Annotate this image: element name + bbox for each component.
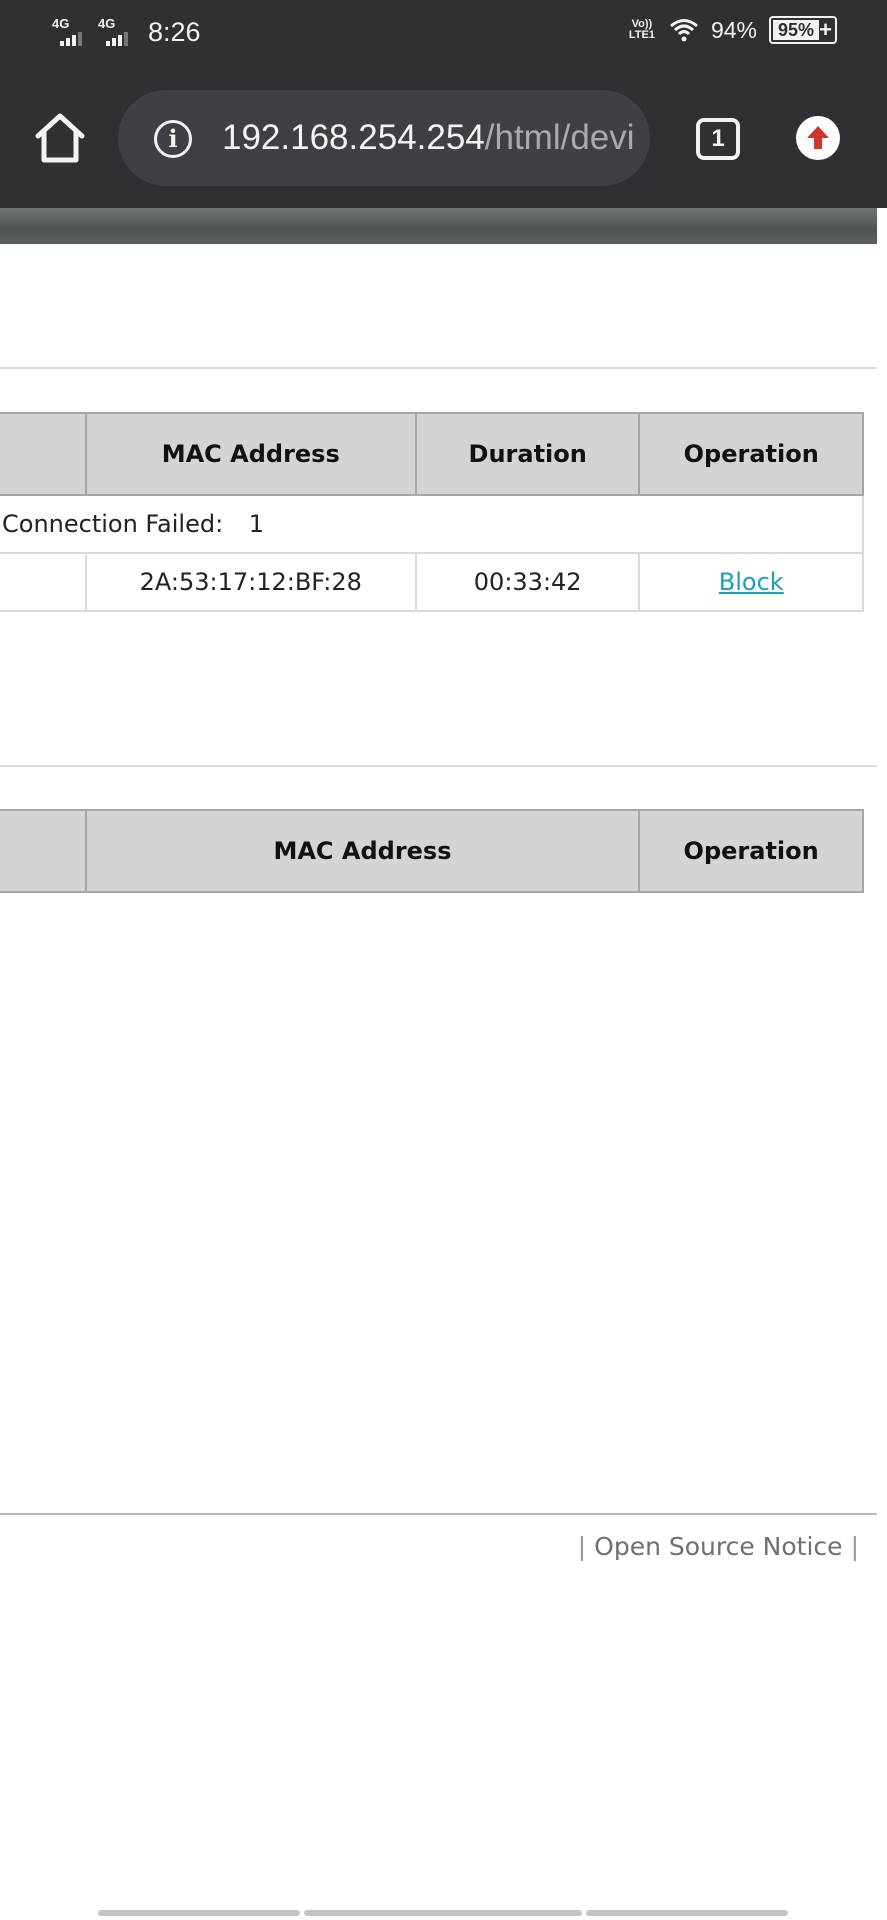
battery-icon: 95% +	[769, 16, 837, 44]
battery-percent: 94%	[710, 16, 757, 43]
clock: 8:26	[148, 16, 201, 47]
signal-2-icon: 4G	[98, 16, 134, 48]
url-path: /html/devi	[484, 118, 635, 157]
page-scroll-indicator	[0, 1910, 887, 1916]
block-link[interactable]: Block	[719, 568, 784, 596]
network-type-2: 4G	[98, 16, 116, 31]
status-left: 4G 4G 8:26	[52, 16, 201, 48]
blocked-devices-table: MAC Address Operation	[0, 809, 864, 893]
battery-level: 95%	[773, 20, 819, 40]
connection-failed-cell: Connection Failed: 1	[0, 494, 864, 554]
network-type-1: 4G	[52, 16, 70, 31]
signal-1-icon: 4G	[52, 16, 88, 48]
page-header-banner	[0, 208, 877, 244]
table-summary-row: Connection Failed: 1	[0, 494, 864, 554]
footer-divider	[0, 1513, 877, 1515]
volte-icon: Vo)) LTE1	[628, 18, 655, 41]
footer-separator-left: |	[577, 1532, 587, 1561]
connection-failed-label: Connection Failed:	[2, 510, 224, 538]
column-header-operation: Operation	[638, 809, 864, 893]
tab-switcher-button[interactable]: 1	[696, 118, 740, 160]
home-button[interactable]	[30, 112, 90, 164]
footer: | Open Source Notice |	[570, 1532, 867, 1561]
device-name-cell	[0, 552, 87, 612]
column-header-device	[0, 809, 87, 893]
online-devices-table: MAC Address Duration Operation Connectio…	[0, 412, 864, 612]
update-button[interactable]	[796, 116, 840, 160]
column-header-mac: MAC Address	[84, 412, 417, 496]
table-header-row: MAC Address Operation	[0, 809, 864, 893]
column-header-mac: MAC Address	[84, 809, 641, 893]
table-row: 2A:53:17:12:BF:28 00:33:42 Block	[0, 552, 864, 612]
open-source-notice-link[interactable]: Open Source Notice	[594, 1532, 842, 1561]
upload-arrow-icon	[807, 126, 829, 149]
mac-address-cell: 2A:53:17:12:BF:28	[84, 552, 417, 612]
status-right: Vo)) LTE1 94% 95% +	[627, 16, 837, 44]
home-icon	[35, 113, 85, 163]
table-header-row: MAC Address Duration Operation	[0, 412, 864, 496]
wifi-icon	[669, 19, 698, 42]
footer-separator-right: |	[850, 1532, 859, 1561]
charging-icon: +	[819, 17, 832, 42]
status-bar: 4G 4G 8:26 Vo)) LTE1 94% 95% +	[0, 0, 887, 68]
operation-cell: Block	[638, 552, 864, 612]
url-text[interactable]: 192.168.254.254/html/devi	[222, 116, 635, 160]
column-header-operation: Operation	[638, 412, 864, 496]
column-header-duration: Duration	[414, 412, 641, 496]
browser-toolbar: i 192.168.254.254/html/devi 1	[0, 68, 887, 208]
connection-failed-count: 1	[248, 510, 265, 538]
section-divider	[0, 765, 877, 767]
column-header-device	[0, 412, 87, 496]
duration-cell: 00:33:42	[414, 552, 641, 612]
info-icon[interactable]: i	[154, 120, 192, 158]
url-host: 192.168.254.254	[222, 118, 485, 157]
section-divider	[0, 367, 877, 369]
address-bar[interactable]: i 192.168.254.254/html/devi	[118, 90, 650, 186]
